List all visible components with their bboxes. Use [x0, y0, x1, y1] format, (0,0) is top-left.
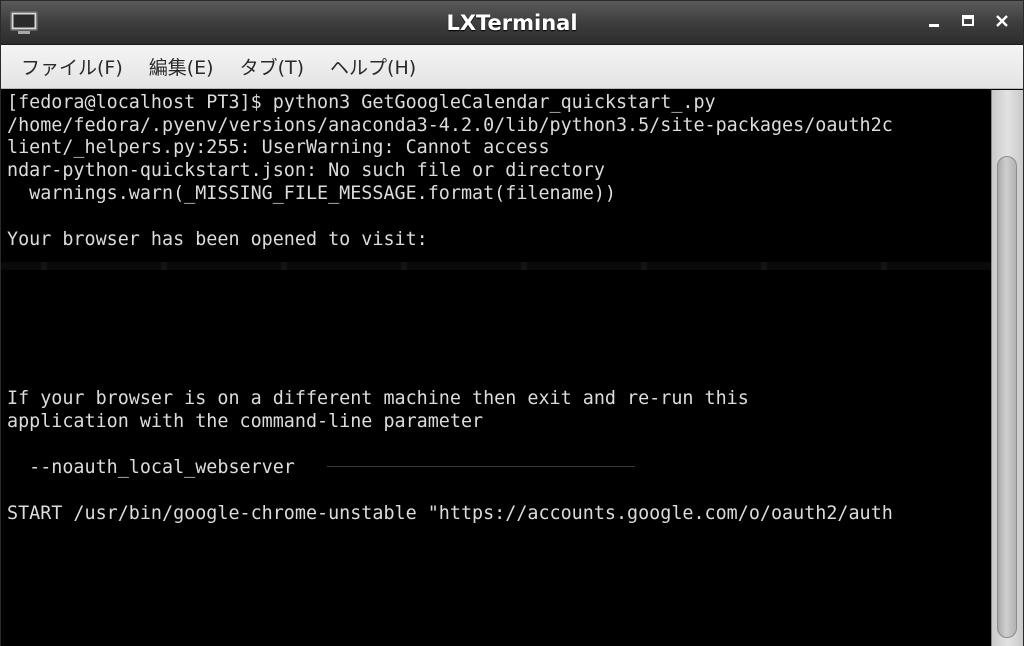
menu-edit[interactable]: 編集(E): [141, 47, 222, 86]
terminal-line: START /usr/bin/google-chrome-unstable "h…: [7, 503, 893, 524]
terminal-line: /home/fedora/.pyenv/versions/anaconda3-4…: [7, 115, 893, 136]
menu-tab[interactable]: タブ(T): [232, 47, 312, 86]
scrollbar-thumb[interactable]: [997, 156, 1017, 638]
minimize-icon: [927, 14, 941, 33]
faint-underline: [327, 466, 635, 467]
title-bar[interactable]: LXTerminal: [1, 1, 1023, 45]
vertical-scrollbar[interactable]: [991, 90, 1023, 646]
terminal-line: --noauth_local_webserver: [7, 457, 295, 478]
terminal-line: [fedora@localhost PT3]$ python3 GetGoogl…: [7, 92, 716, 113]
terminal-window: LXTerminal ファイル(F) 編集(E) タブ(T) ヘルプ(H) [f…: [0, 0, 1024, 646]
maximize-icon: [961, 14, 975, 33]
menu-file[interactable]: ファイル(F): [13, 47, 131, 86]
terminal-line: lient/_helpers.py:255: UserWarning: Cann…: [7, 137, 550, 158]
terminal-line: If your browser is on a different machin…: [7, 388, 749, 409]
window-controls: [919, 9, 1017, 37]
terminal-line: ndar-python-quickstart.json: No such fil…: [7, 160, 605, 181]
window-title: LXTerminal: [446, 11, 578, 35]
terminal-line: application with the command-line parame…: [7, 411, 484, 432]
minimize-button[interactable]: [919, 9, 949, 37]
menu-bar: ファイル(F) 編集(E) タブ(T) ヘルプ(H): [1, 45, 1023, 89]
terminal-line: warnings.warn(_MISSING_FILE_MESSAGE.form…: [7, 183, 616, 204]
close-button[interactable]: [987, 9, 1017, 37]
maximize-button[interactable]: [953, 9, 983, 37]
close-icon: [995, 14, 1009, 33]
redacted-url-area: [1, 262, 991, 270]
terminal-output[interactable]: [fedora@localhost PT3]$ python3 GetGoogl…: [1, 90, 991, 646]
menu-help[interactable]: ヘルプ(H): [322, 47, 424, 86]
terminal-line: Your browser has been opened to visit:: [7, 229, 428, 250]
